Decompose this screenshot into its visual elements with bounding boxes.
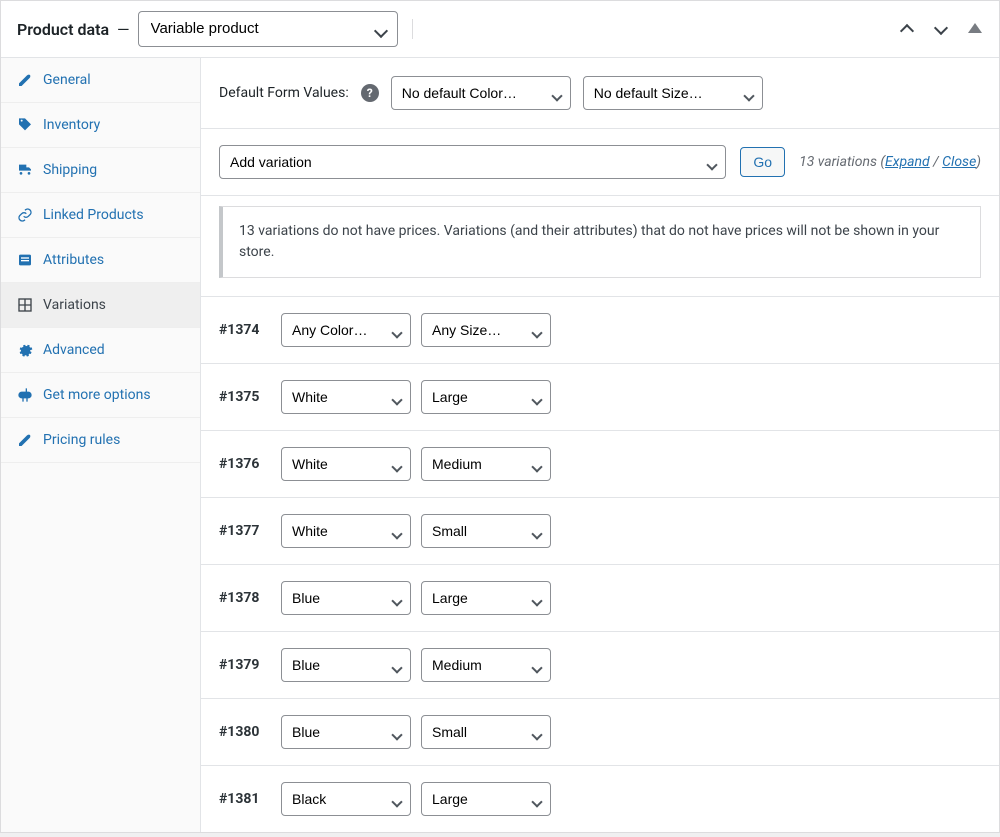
panel-body: General Inventory Shipping — [1, 58, 999, 832]
variation-id: #1375 — [219, 389, 271, 405]
link-icon — [17, 207, 33, 223]
default-size-select[interactable]: No default Size… — [583, 76, 763, 110]
triangle-up-icon — [968, 23, 982, 33]
sidebar-item-label: Shipping — [43, 162, 97, 178]
variation-row[interactable]: #1374 Any Color… Any Size… — [201, 296, 999, 363]
variation-size-select[interactable]: Small — [421, 514, 551, 548]
variation-id: #1379 — [219, 657, 271, 673]
product-data-tabs: General Inventory Shipping — [1, 58, 201, 832]
sidebar-item-general[interactable]: General — [1, 58, 200, 103]
expand-link[interactable]: Expand — [885, 154, 930, 170]
sidebar-item-get-more-options[interactable]: Get more options — [1, 373, 200, 418]
plugin-icon — [17, 387, 33, 403]
variation-color-select[interactable]: White — [281, 447, 411, 481]
variation-row[interactable]: #1376 White Medium — [201, 430, 999, 497]
close-link[interactable]: Close — [942, 154, 976, 170]
panel-up-button[interactable] — [899, 21, 915, 37]
sidebar-item-pricing-rules[interactable]: Pricing rules — [1, 418, 200, 463]
variation-size-select[interactable]: Large — [421, 782, 551, 816]
variation-color-select[interactable]: Blue — [281, 715, 411, 749]
sidebar-item-linked-products[interactable]: Linked Products — [1, 193, 200, 238]
panel-down-button[interactable] — [933, 21, 949, 37]
chevron-up-icon — [900, 24, 914, 38]
sidebar-item-label: Inventory — [43, 117, 100, 133]
variation-id: #1378 — [219, 590, 271, 606]
panel-collapse-button[interactable] — [967, 21, 983, 37]
variation-row[interactable]: #1378 Blue Large — [201, 564, 999, 631]
variation-color-select[interactable]: Any Color… — [281, 313, 411, 347]
variation-color-select[interactable]: Blue — [281, 581, 411, 615]
default-form-row: Default Form Values: ? No default Color…… — [201, 58, 999, 129]
sidebar-item-label: General — [43, 72, 91, 88]
panel-title: Product data — [17, 20, 109, 39]
variation-size-select[interactable]: Medium — [421, 447, 551, 481]
variation-list: #1374Any Color…Any Size…#1375WhiteLarge#… — [201, 296, 999, 832]
help-icon[interactable]: ? — [361, 84, 379, 102]
variations-panel: Default Form Values: ? No default Color…… — [201, 58, 999, 832]
sidebar-item-attributes[interactable]: Attributes — [1, 238, 200, 283]
tag-icon — [17, 117, 33, 133]
variation-id: #1381 — [219, 791, 271, 807]
sidebar-item-label: Attributes — [43, 252, 104, 268]
go-button[interactable]: Go — [740, 147, 785, 177]
variation-color-select[interactable]: White — [281, 514, 411, 548]
variation-size-select[interactable]: Any Size… — [421, 313, 551, 347]
gear-icon — [17, 342, 33, 358]
variation-size-select[interactable]: Medium — [421, 648, 551, 682]
sidebar-item-label: Advanced — [43, 342, 105, 358]
sidebar-item-label: Variations — [43, 297, 106, 313]
product-type-select-wrap: Variable product — [134, 11, 398, 47]
sidebar-item-label: Linked Products — [43, 207, 144, 223]
truck-icon — [17, 162, 33, 178]
variation-color-select[interactable]: Black — [281, 782, 411, 816]
variation-count-info: 13 variations (Expand / Close) — [799, 154, 981, 170]
sidebar-item-inventory[interactable]: Inventory — [1, 103, 200, 148]
variation-row[interactable]: #1381 Black Large — [201, 765, 999, 832]
price-warning-notice: 13 variations do not have prices. Variat… — [219, 206, 981, 278]
sidebar-item-advanced[interactable]: Advanced — [1, 328, 200, 373]
default-form-label: Default Form Values: — [219, 85, 349, 101]
variation-size-select[interactable]: Large — [421, 380, 551, 414]
variation-row[interactable]: #1375 White Large — [201, 363, 999, 430]
variation-color-select[interactable]: White — [281, 380, 411, 414]
sidebar-item-variations[interactable]: Variations — [1, 283, 200, 328]
list-icon — [17, 252, 33, 268]
variation-row[interactable]: #1379 Blue Medium — [201, 631, 999, 698]
wrench-icon — [17, 432, 33, 448]
variation-action-row: Add variation Go 13 variations (Expand /… — [201, 129, 999, 196]
grid-icon — [17, 297, 33, 313]
variation-id: #1377 — [219, 523, 271, 539]
variation-id: #1376 — [219, 456, 271, 472]
variation-row[interactable]: #1380 Blue Small — [201, 698, 999, 765]
panel-header: Product data — Variable product — [1, 1, 999, 58]
variation-id: #1374 — [219, 322, 271, 338]
variation-id: #1380 — [219, 724, 271, 740]
separator — [412, 19, 413, 39]
product-data-panel: Product data — Variable product General — [0, 0, 1000, 833]
product-type-select[interactable]: Variable product — [138, 11, 398, 47]
wrench-icon — [17, 72, 33, 88]
sidebar-item-label: Get more options — [43, 387, 151, 403]
variation-action-select[interactable]: Add variation — [219, 145, 726, 179]
dash-separator: — — [117, 20, 130, 39]
variation-row[interactable]: #1377 White Small — [201, 497, 999, 564]
sidebar-item-label: Pricing rules — [43, 432, 120, 448]
sidebar-item-shipping[interactable]: Shipping — [1, 148, 200, 193]
default-color-select[interactable]: No default Color… — [391, 76, 571, 110]
variation-color-select[interactable]: Blue — [281, 648, 411, 682]
variation-size-select[interactable]: Small — [421, 715, 551, 749]
variation-size-select[interactable]: Large — [421, 581, 551, 615]
chevron-down-icon — [934, 21, 948, 35]
